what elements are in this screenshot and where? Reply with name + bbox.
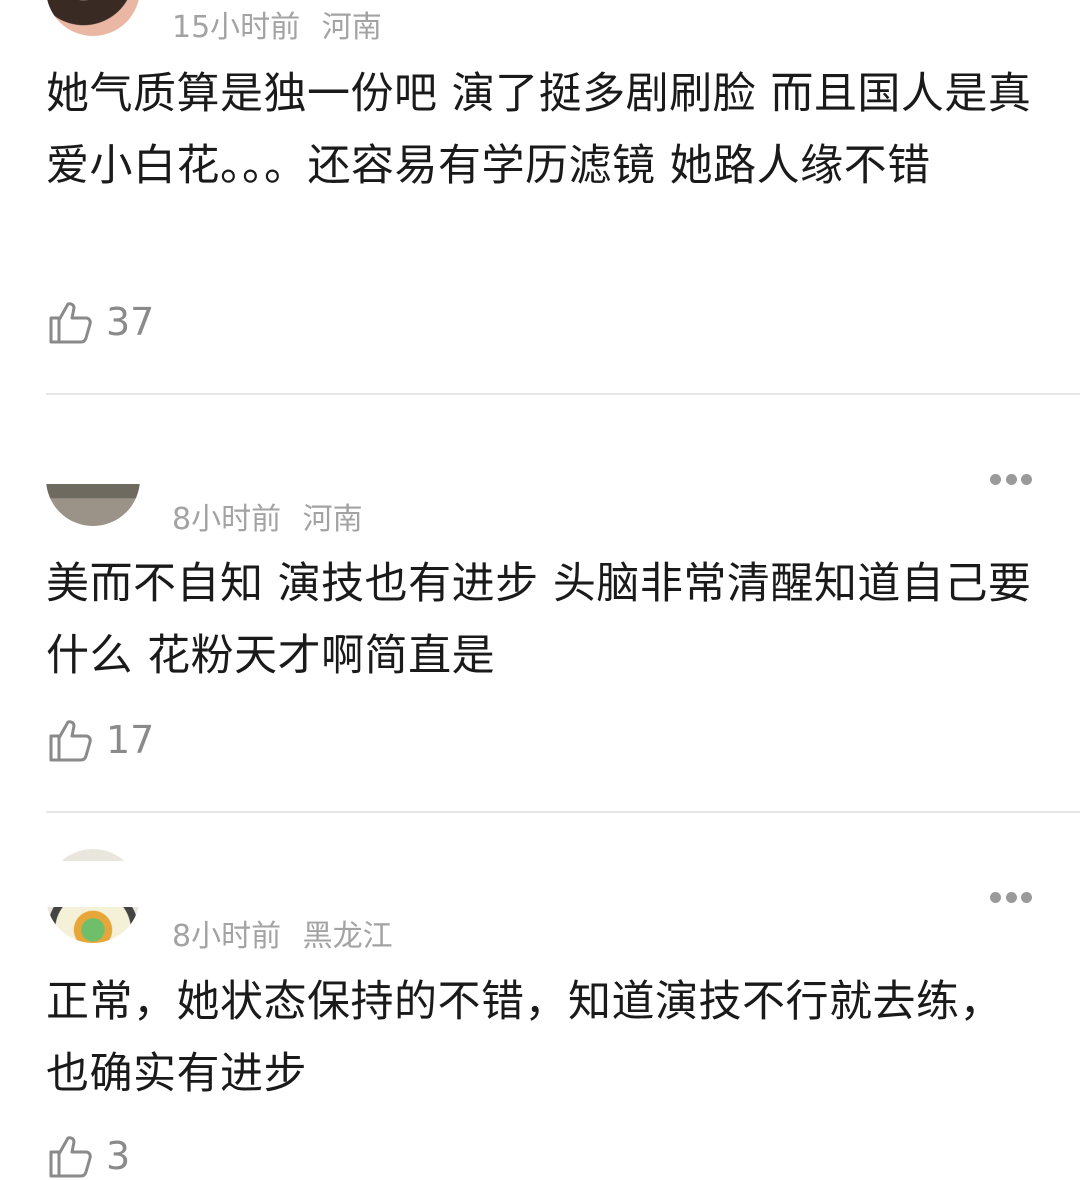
divider <box>46 393 1080 395</box>
comment-text: 她气质算是独一份吧 演了挺多剧刷脸 而且国人是真爱小白花。。。还容易有学历滤镜 … <box>46 69 1032 191</box>
like-count: 17 <box>106 718 155 762</box>
comment-location: 河南 <box>321 10 382 45</box>
more-options-button[interactable] <box>990 891 1032 903</box>
comment-time: 8小时前 <box>172 502 282 537</box>
like-button[interactable]: 37 <box>46 298 154 346</box>
like-count: 3 <box>106 1134 131 1178</box>
thumbs-up-icon <box>49 302 92 344</box>
thumbs-up-icon <box>49 1136 92 1178</box>
comment-text: 正常，她状态保持的不错，知道演技不行就去练，也确实有进步 <box>46 977 1003 1099</box>
comment-time: 8小时前 <box>172 919 282 954</box>
divider <box>46 811 1080 813</box>
comment-time: 15小时前 <box>172 10 301 45</box>
comment-location: 河南 <box>302 502 363 537</box>
like-button[interactable]: 3 <box>46 1132 130 1180</box>
comment-text: 美而不自知 演技也有进步 头脑非常清醒知道自己要什么 花粉天才啊简直是 <box>46 559 1032 681</box>
comment-meta: 8小时前 黑龙江 <box>172 911 393 955</box>
like-button[interactable]: 17 <box>46 716 154 764</box>
comment-meta: 8小时前 河南 <box>172 494 363 538</box>
more-options-button[interactable] <box>990 473 1032 485</box>
avatar[interactable] <box>46 0 140 36</box>
comment-location: 黑龙江 <box>302 919 393 954</box>
comment-meta: 15小时前 河南 <box>172 2 382 46</box>
more-dots-icon <box>990 891 1001 903</box>
like-count: 37 <box>106 300 155 344</box>
more-dots-icon <box>990 473 1001 485</box>
thumbs-up-icon <box>49 720 92 762</box>
avatar-mask <box>40 861 200 907</box>
avatar-mask <box>40 430 200 484</box>
